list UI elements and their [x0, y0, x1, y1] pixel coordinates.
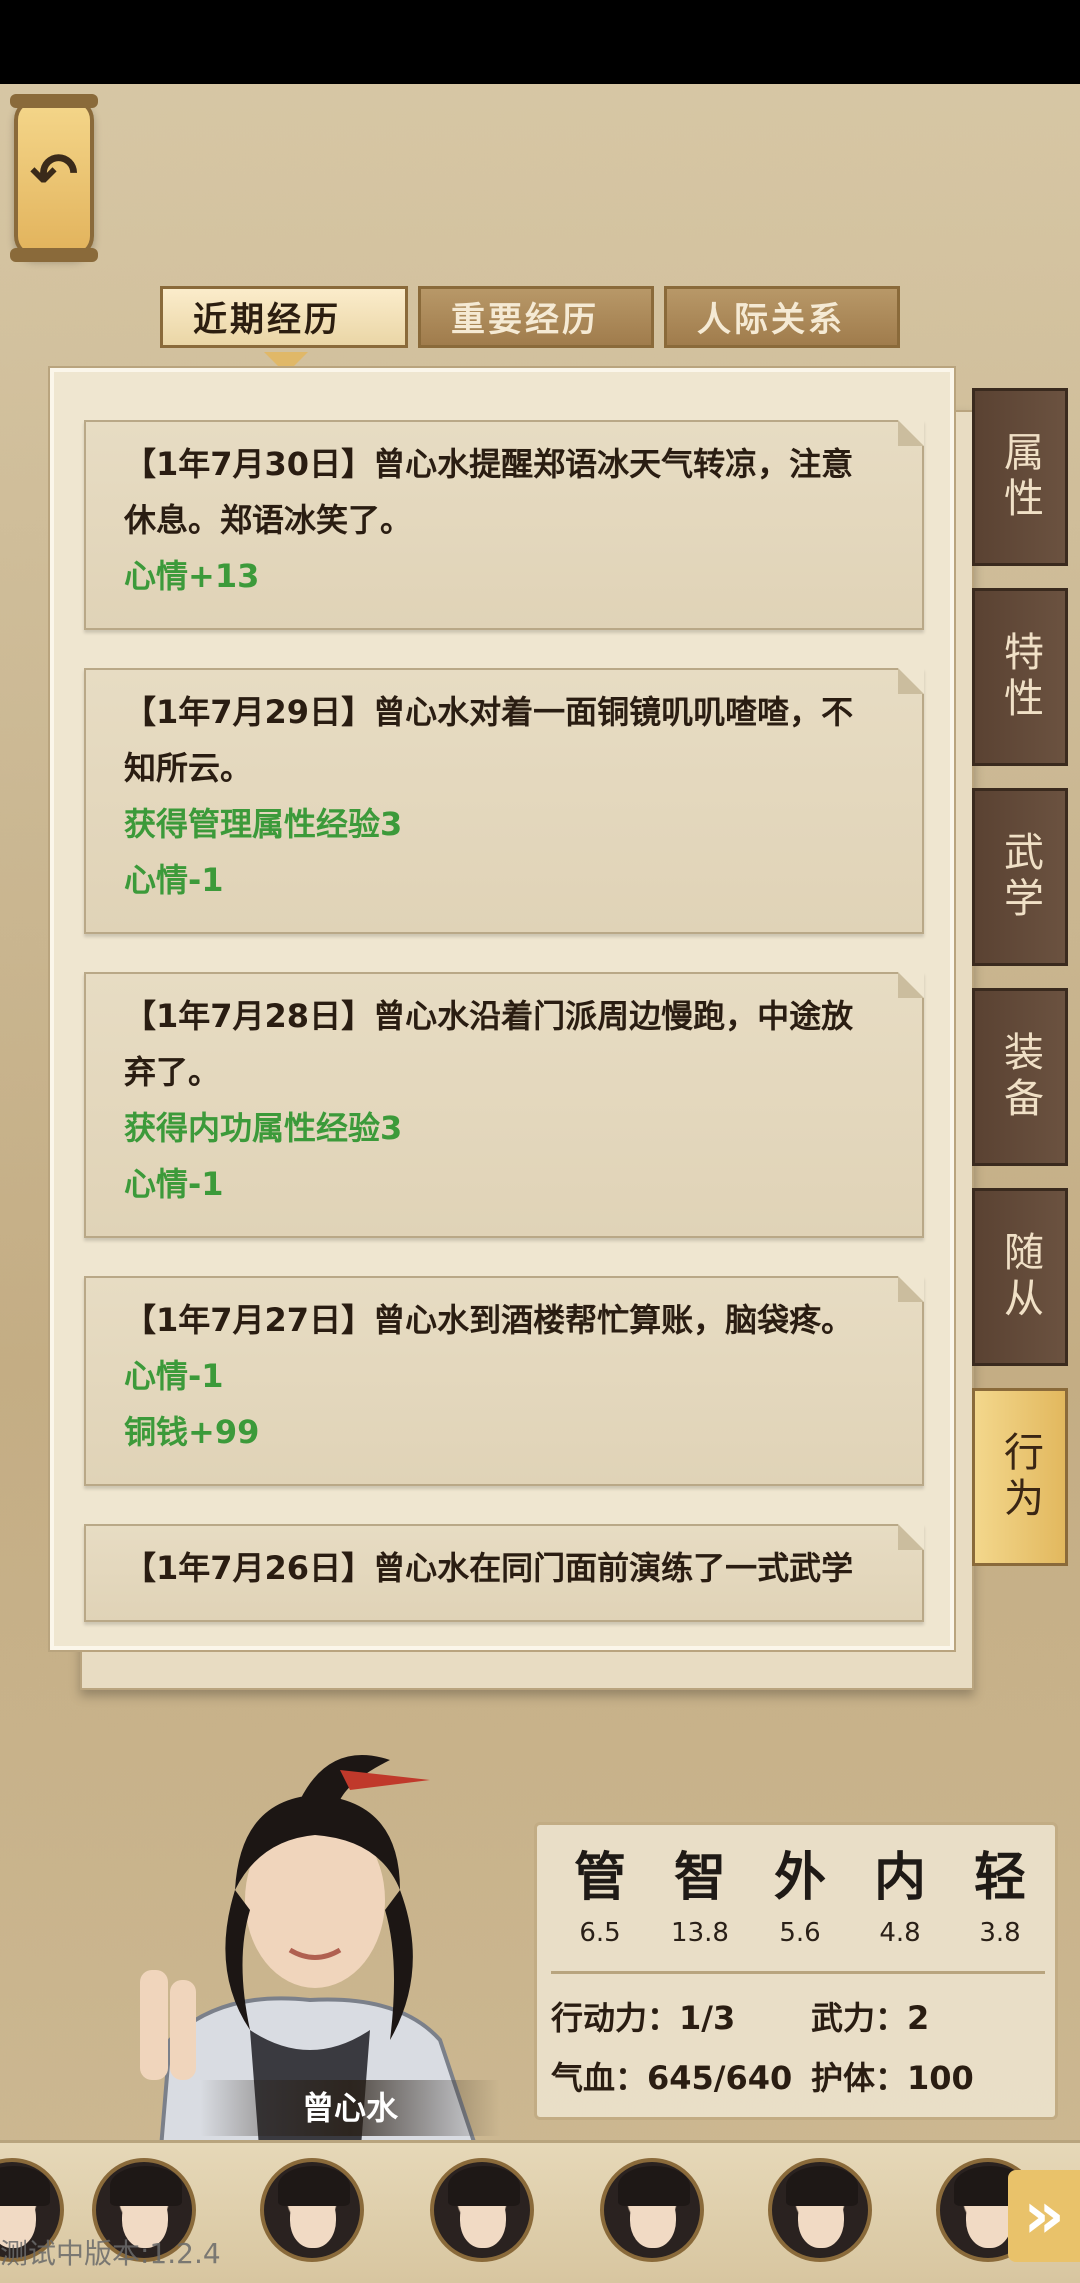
- side-tab-followers[interactable]: 随从: [972, 1188, 1068, 1366]
- stat-glyph: 智: [673, 1847, 726, 1908]
- entry-text: 【1年7月29日】曾心水对着一面铜镜叽叽喳喳，不知所云。: [124, 693, 854, 787]
- stats-row-1: 行动力：1/3 武力：2: [551, 1993, 929, 2039]
- entry-text: 【1年7月27日】曾心水到酒楼帮忙算账，脑袋疼。: [124, 1301, 854, 1339]
- stats-panel: 管 6.5 智 13.8 外 5.6 内 4.8 轻 3.8 行动力：1/3 武…: [534, 1822, 1058, 2120]
- history-tabs: 近期经历 重要经历 人际关系: [160, 286, 900, 352]
- character-avatar[interactable]: [768, 2158, 872, 2262]
- entry-text: 【1年7月28日】曾心水沿着门派周边慢跑，中途放弃了。: [124, 997, 854, 1091]
- stat-external: 外 5.6: [755, 1843, 845, 1953]
- page-fold-icon: [898, 420, 924, 446]
- history-list[interactable]: 【1年7月30日】曾心水提醒郑语冰天气转凉，注意休息。郑语冰笑了。 心情+13 …: [84, 420, 924, 1646]
- hp-value: 气血：645/640: [551, 2059, 793, 2097]
- entry-effect: 心情-1: [124, 1357, 224, 1395]
- back-button[interactable]: ↶: [10, 94, 98, 262]
- stat-value: 3.8: [979, 1918, 1021, 1948]
- stat-intelligence: 智 13.8: [655, 1843, 745, 1953]
- stat-glyph: 轻: [973, 1847, 1026, 1908]
- version-label: 测试中版本:1.2.4: [0, 2237, 221, 2270]
- entry-effect: 心情-1: [124, 1165, 224, 1203]
- back-arrow-icon: ↶: [29, 140, 79, 208]
- entry-text: 【1年7月26日】曾心水在同门面前演练了一式武学: [124, 1549, 854, 1587]
- page-fold-icon: [898, 1276, 924, 1302]
- stat-glyph: 外: [773, 1847, 826, 1908]
- entry-effect: 心情-1: [124, 861, 224, 899]
- double-chevron-right-icon[interactable]: »: [1008, 2170, 1080, 2262]
- stat-value: 6.5: [579, 1918, 621, 1948]
- page-fold-icon: [898, 972, 924, 998]
- entry-effect: 获得内功属性经验3: [124, 1109, 403, 1147]
- side-tab-behavior[interactable]: 行为: [972, 1388, 1068, 1566]
- character-avatar[interactable]: [430, 2158, 534, 2262]
- history-panel[interactable]: 【1年7月30日】曾心水提醒郑语冰天气转凉，注意休息。郑语冰笑了。 心情+13 …: [48, 366, 956, 1652]
- side-tab-martial-arts[interactable]: 武学: [972, 788, 1068, 966]
- page-fold-icon: [898, 668, 924, 694]
- side-tabs: 属性 特性 武学 装备 随从 行为: [972, 388, 1068, 1588]
- action-points: 行动力：1/3: [551, 1999, 736, 2037]
- history-entry: 【1年7月26日】曾心水在同门面前演练了一式武学: [84, 1524, 924, 1622]
- force-value: 武力：2: [811, 1999, 930, 2037]
- entry-text: 【1年7月30日】曾心水提醒郑语冰天气转凉，注意休息。郑语冰笑了。: [124, 445, 854, 539]
- history-entry: 【1年7月30日】曾心水提醒郑语冰天气转凉，注意休息。郑语冰笑了。 心情+13: [84, 420, 924, 630]
- side-tab-attributes[interactable]: 属性: [972, 388, 1068, 566]
- history-entry: 【1年7月27日】曾心水到酒楼帮忙算账，脑袋疼。 心情-1 铜钱+99: [84, 1276, 924, 1486]
- character-avatar[interactable]: [600, 2158, 704, 2262]
- page-fold-icon: [898, 1524, 924, 1550]
- tab-important-history[interactable]: 重要经历: [418, 286, 654, 348]
- tab-relationships[interactable]: 人际关系: [664, 286, 900, 348]
- scroll-rod-top: [10, 94, 98, 108]
- tab-recent-history[interactable]: 近期经历: [160, 286, 408, 348]
- status-bar: [0, 0, 1080, 84]
- history-entry: 【1年7月29日】曾心水对着一面铜镜叽叽喳喳，不知所云。 获得管理属性经验3 心…: [84, 668, 924, 934]
- side-tab-equipment[interactable]: 装备: [972, 988, 1068, 1166]
- stat-glyph: 管: [573, 1847, 626, 1908]
- stat-glyph: 内: [873, 1847, 926, 1908]
- entry-effect: 铜钱+99: [124, 1413, 260, 1451]
- side-tab-traits[interactable]: 特性: [972, 588, 1068, 766]
- armor-value: 护体：100: [811, 2059, 974, 2097]
- entry-effect: 获得管理属性经验3: [124, 805, 403, 843]
- stats-row-2: 气血：645/640 护体：100: [551, 2053, 974, 2099]
- history-entry: 【1年7月28日】曾心水沿着门派周边慢跑，中途放弃了。 获得内功属性经验3 心情…: [84, 972, 924, 1238]
- stat-agility: 轻 3.8: [955, 1843, 1045, 1953]
- scroll-rod-bottom: [10, 248, 98, 262]
- stat-value: 4.8: [879, 1918, 921, 1948]
- stat-management: 管 6.5: [555, 1843, 645, 1953]
- entry-effect: 心情+13: [124, 557, 260, 595]
- character-avatar[interactable]: [260, 2158, 364, 2262]
- stat-internal: 内 4.8: [855, 1843, 945, 1953]
- stat-value: 13.8: [671, 1918, 729, 1948]
- character-name: 曾心水: [200, 2080, 500, 2136]
- stats-divider: [551, 1971, 1045, 1974]
- stat-value: 5.6: [779, 1918, 821, 1948]
